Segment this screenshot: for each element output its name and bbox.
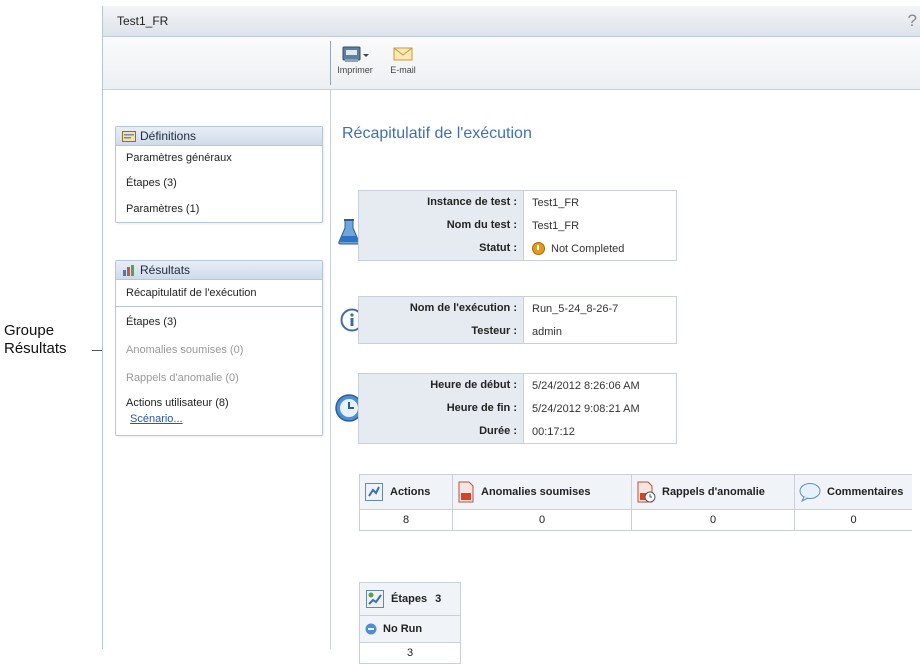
callout-label-line1: Groupe	[4, 322, 55, 339]
start-time-value: 5/24/2012 8:26:06 AM	[532, 379, 640, 392]
print-button[interactable]: Imprimer	[333, 43, 377, 75]
scenario-link[interactable]: Scénario...	[116, 413, 322, 427]
callout-label-line2: Résultats	[4, 340, 67, 357]
defects-label: Anomalies soumises	[481, 486, 591, 498]
defects-value: 0	[452, 509, 632, 531]
callout-pointer	[92, 350, 102, 351]
printer-icon	[333, 43, 377, 65]
title-bar: Test1_FR ?	[103, 6, 920, 37]
email-button[interactable]: E-mail	[385, 43, 421, 75]
navigation-pane: Définitions Paramètres généraux Étapes (…	[103, 90, 331, 649]
comments-label: Commentaires	[827, 486, 904, 498]
defect-reminder-icon	[636, 481, 656, 503]
test-instance-row: Instance de test : Test1_FR	[359, 191, 676, 214]
test-instance-label: Instance de test :	[359, 191, 524, 214]
nav-execution-summary[interactable]: Récapitulatif de l'exécution	[116, 280, 322, 307]
nav-parameters[interactable]: Paramètres (1)	[116, 196, 322, 222]
envelope-icon	[385, 43, 421, 65]
end-time-value: 5/24/2012 9:08:21 AM	[532, 402, 640, 415]
main-content: Récapitulatif de l'exécution Instance de…	[331, 90, 920, 664]
run-name-label: Nom de l'exécution :	[359, 297, 524, 320]
test-name-value: Test1_FR	[532, 219, 580, 232]
tester-label: Testeur :	[359, 320, 524, 343]
test-name-row: Nom du test : Test1_FR	[359, 214, 676, 237]
report-window: Test1_FR ? Imprimer E-mail Définitions P…	[102, 6, 920, 664]
test-status-value: Not Completed	[524, 242, 624, 255]
duration-row: Durée : 00:17:12	[359, 420, 676, 443]
actions-icon	[364, 482, 384, 502]
nav-user-actions[interactable]: Actions utilisateur (8)	[116, 393, 322, 413]
page-title: Récapitulatif de l'exécution	[342, 125, 532, 142]
window-title: Test1_FR	[117, 14, 169, 28]
comments-header-cell: Commentaires	[794, 474, 912, 510]
nav-result-steps[interactable]: Étapes (3)	[116, 307, 322, 337]
run-info-box: Nom de l'exécution : Run_5-24_8-26-7 Tes…	[358, 296, 677, 344]
test-instance-value: Test1_FR	[532, 196, 580, 209]
steps-label: Étapes	[391, 593, 428, 605]
test-status-label: Statut :	[359, 237, 524, 260]
start-time-label: Heure de début :	[359, 374, 524, 397]
tester-value: admin	[532, 325, 562, 338]
nav-definition-steps[interactable]: Étapes (3)	[116, 170, 322, 196]
run-name-row: Nom de l'exécution : Run_5-24_8-26-7	[359, 297, 676, 320]
start-time-row: Heure de début : 5/24/2012 8:26:06 AM	[359, 374, 676, 397]
nav-defect-reminders: Rappels d'anomalie (0)	[126, 372, 239, 384]
tester-row: Testeur : admin	[359, 320, 676, 343]
reminders-value: 0	[631, 509, 795, 531]
end-time-label: Heure de fin :	[359, 397, 524, 420]
nav-general-settings[interactable]: Paramètres généraux	[116, 146, 322, 170]
status-text: Not Completed	[551, 242, 625, 255]
definitions-icon	[122, 130, 136, 142]
end-time-row: Heure de fin : 5/24/2012 9:08:21 AM	[359, 397, 676, 420]
defect-icon	[457, 481, 475, 503]
time-info-box: Heure de début : 5/24/2012 8:26:06 AM He…	[358, 373, 677, 444]
reminders-label: Rappels d'anomalie	[662, 486, 765, 498]
norun-value: 3	[359, 642, 461, 664]
steps-table: Étapes 3 No Run 3	[359, 582, 461, 664]
reminders-header-cell: Rappels d'anomalie	[631, 474, 795, 510]
steps-icon	[365, 589, 385, 609]
actions-label: Actions	[390, 486, 431, 498]
results-title: Résultats	[140, 263, 191, 277]
test-name-label: Nom du test :	[359, 214, 524, 237]
toolbar-separator	[330, 41, 331, 85]
norun-header-cell: No Run	[359, 615, 461, 643]
results-panel: Résultats Récapitulatif de l'exécution É…	[115, 260, 323, 436]
email-label: E-mail	[390, 65, 416, 75]
norun-icon	[365, 623, 377, 635]
definitions-panel: Définitions Paramètres généraux Étapes (…	[115, 126, 323, 223]
steps-header-cell: Étapes 3	[359, 582, 461, 616]
results-stats-table: Actions Anomalies soumises Rappels d'ano…	[359, 474, 912, 531]
toolbar: Imprimer E-mail	[103, 37, 920, 90]
actions-header-cell: Actions	[359, 474, 453, 510]
status-warning-icon	[532, 242, 545, 255]
test-status-row: Statut : Not Completed	[359, 237, 676, 260]
duration-value: 00:17:12	[532, 425, 575, 438]
actions-value: 8	[359, 509, 453, 531]
definitions-header[interactable]: Définitions	[116, 127, 322, 146]
norun-label: No Run	[383, 623, 423, 635]
comments-value: 0	[794, 509, 912, 531]
nav-submitted-defects: Anomalies soumises (0)	[126, 344, 244, 356]
results-header[interactable]: Résultats	[116, 261, 322, 280]
results-chart-icon	[122, 264, 136, 276]
defects-header-cell: Anomalies soumises	[452, 474, 632, 510]
print-label: Imprimer	[337, 65, 373, 75]
steps-count: 3	[435, 593, 442, 605]
comment-bubble-icon	[799, 482, 821, 502]
run-name-value: Run_5-24_8-26-7	[532, 302, 619, 315]
definitions-title: Définitions	[140, 129, 197, 143]
duration-label: Durée :	[359, 420, 524, 443]
test-info-box: Instance de test : Test1_FR Nom du test …	[358, 190, 677, 261]
help-icon[interactable]: ?	[908, 11, 917, 31]
